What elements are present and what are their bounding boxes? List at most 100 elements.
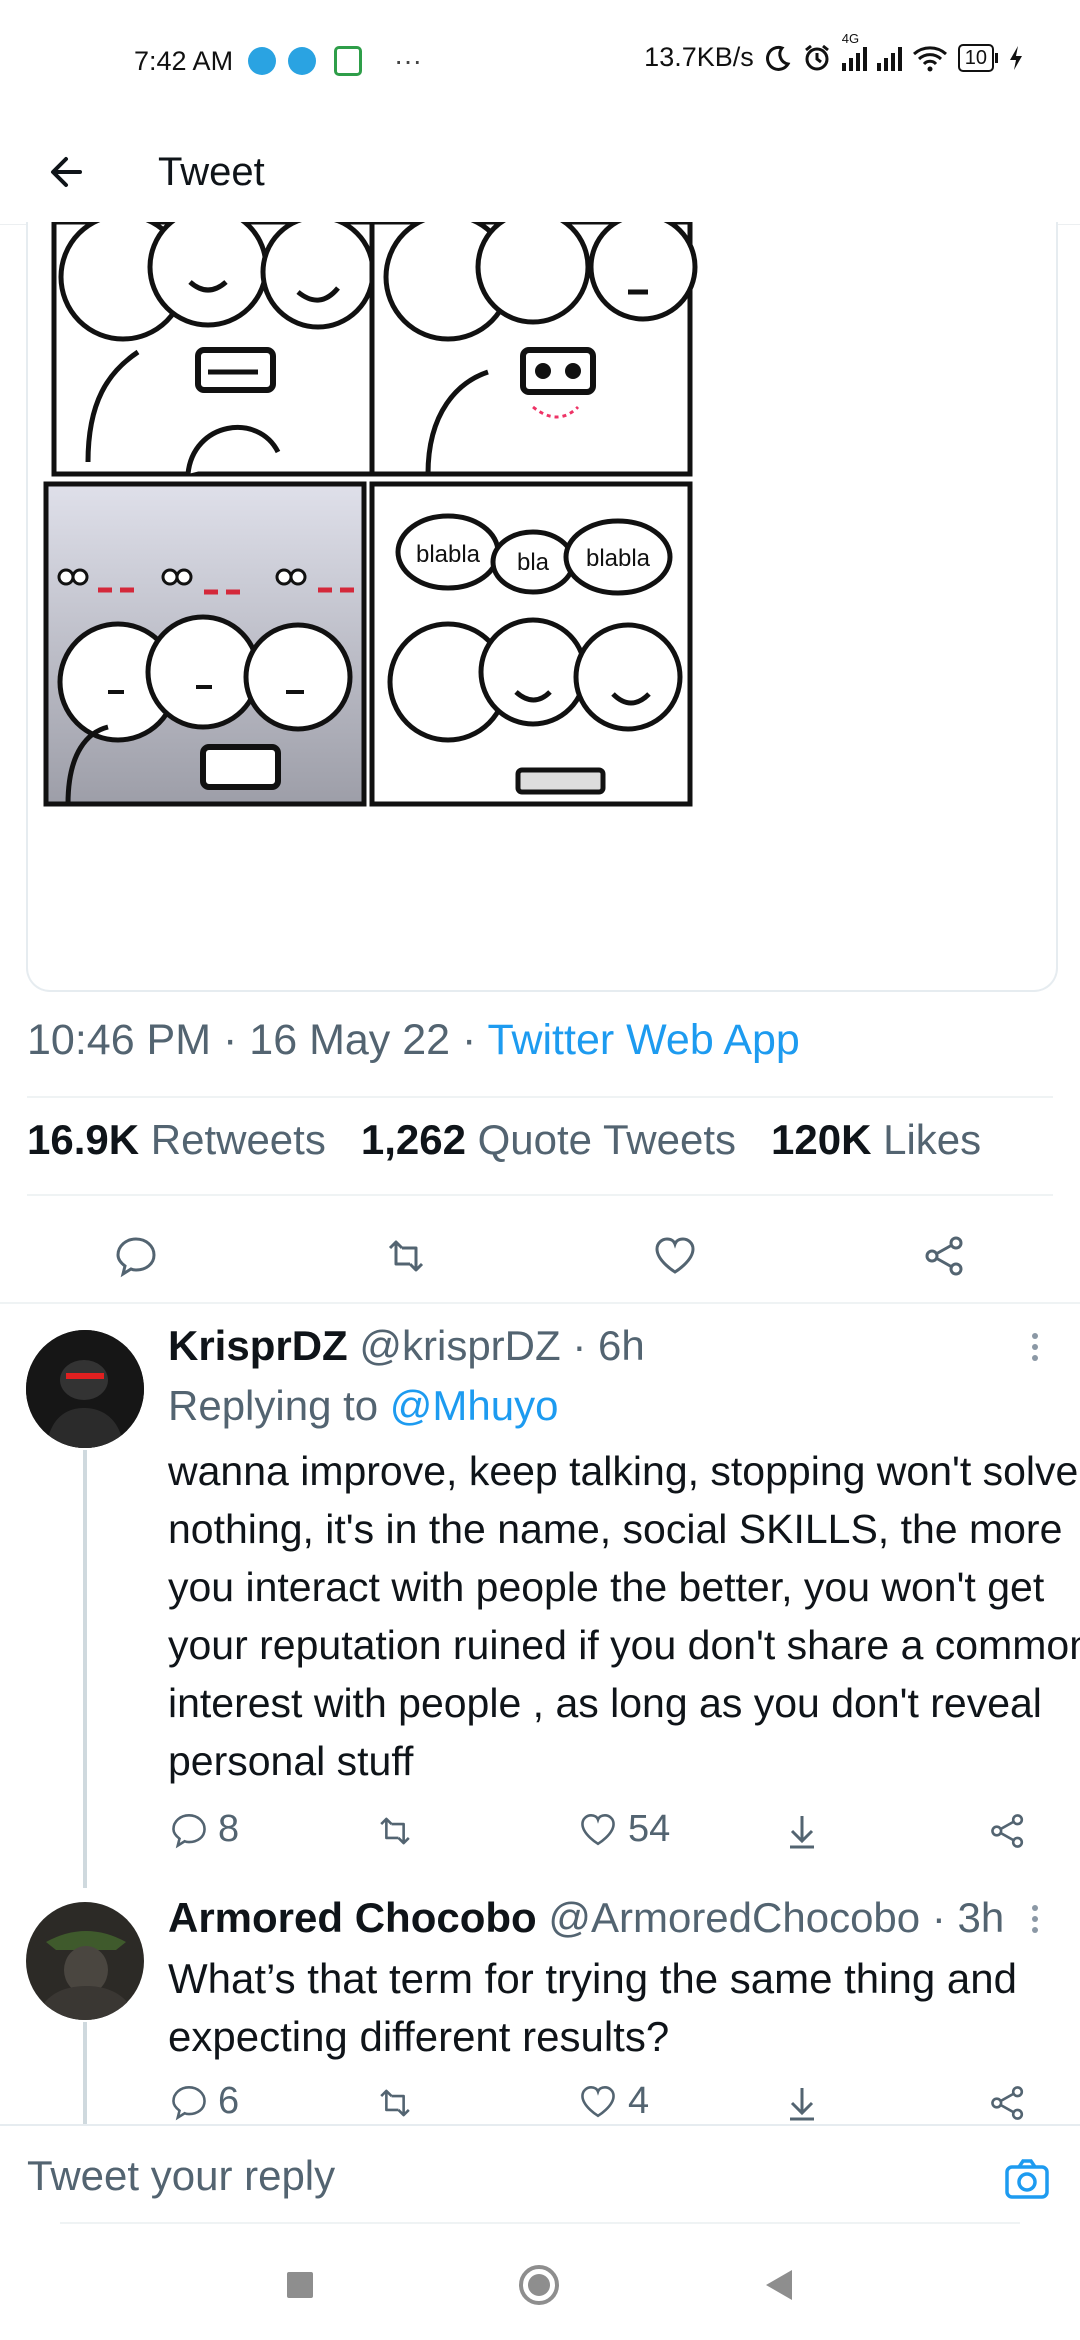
reply-icon [172,1813,206,1848]
comic-panel [43,481,367,807]
tweet-stats: 16.9K Retweets 1,262 Quote Tweets 120K L… [27,1116,981,1164]
retweets-count: 16.9K [27,1116,140,1163]
reply-composer-bar: Tweet your reply [0,2124,1080,2226]
wifi-icon [912,45,947,71]
system-navigation-bar [0,2224,1080,2340]
avatar[interactable] [26,1902,144,2020]
reply-tweet[interactable]: Armored Chocobo @ArmoredChocobo · 3h Wha… [0,1888,1080,2124]
download-icon[interactable] [784,2084,820,2122]
thread-line [83,2022,87,2124]
network-speed: 13.7KB/s [644,42,754,72]
app-icon [334,46,362,76]
reply-count-button[interactable]: 6 [170,2080,239,2123]
retweet-icon[interactable] [374,2084,416,2122]
divider [27,1194,1053,1196]
reply-count: 6 [218,2080,240,2122]
system-icons: 13.7KB/s 4G 10 [644,31,1024,73]
likes-count: 120K [771,1116,872,1163]
quote-tweets-stat[interactable]: 1,262 Quote Tweets [361,1116,736,1163]
comic-panel [51,222,376,477]
like-count-button[interactable]: 54 [578,1808,670,1851]
tweet-media-image[interactable]: blabla bla blabla [26,222,1058,992]
battery-level: 10 [957,43,994,72]
reply-input[interactable]: Tweet your reply [27,2152,335,2200]
more-vertical-icon[interactable] [1030,1904,1040,1934]
retweet-icon[interactable] [374,1812,416,1850]
reply-tweet[interactable]: KrisprDZ @krisprDZ · 6h Replying to @Mhu… [0,1300,1080,1888]
signal-icon [876,45,902,71]
arrow-left-icon [51,157,82,187]
avatar-image [26,1902,144,2020]
tweet-action-bar [0,1222,1080,1286]
replying-prefix: Replying to [168,1382,379,1429]
telegram-icon [288,47,316,75]
reply-text: wanna improve, keep talking, stopping wo… [168,1448,1080,1784]
recent-apps-button[interactable] [287,2272,313,2298]
telegram-icon [248,47,276,75]
moon-icon [765,45,791,71]
retweets-stat[interactable]: 16.9K Retweets [27,1116,326,1163]
battery-icon: 10 [957,43,998,72]
display-name[interactable]: KrisprDZ [168,1322,348,1369]
reply-action-bar: 6 4 [168,2080,1038,2124]
comic-illustration: blabla bla blabla [43,222,698,807]
reply-action-bar: 8 54 [168,1808,1038,1858]
more-notifications-icon: ··· [394,45,422,76]
notification-icons: ··· [248,45,422,77]
meta-separator: · [223,1016,238,1064]
retweet-icon[interactable] [382,1234,430,1278]
retweets-label: Retweets [150,1116,326,1163]
network-type-label: 4G [841,30,860,46]
tweet-source-link[interactable]: Twitter Web App [488,1016,800,1064]
status-bar: 7:42 AM ··· 13.7KB/s 4G 10 [0,0,1080,120]
share-icon[interactable] [922,1234,968,1278]
replying-to-link[interactable]: @Mhuyo [390,1382,559,1429]
like-count-button[interactable]: 4 [578,2080,649,2123]
like-count: 4 [628,2080,650,2122]
charging-icon [1010,45,1022,70]
download-icon[interactable] [784,1812,820,1850]
like-icon [581,1813,615,1845]
reply-author: Armored Chocobo @ArmoredChocobo · 3h [168,1894,1004,1942]
meta-separator: · [462,1016,477,1064]
back-nav-button[interactable] [764,2268,794,2302]
tweet-time: 10:46 PM [27,1016,212,1064]
reply-icon[interactable] [114,1234,158,1278]
handle-and-time: @krisprDZ · 6h [359,1322,645,1369]
comic-bubble-text: blabla [416,541,481,568]
like-icon[interactable] [652,1234,698,1278]
avatar-image [26,1330,144,1448]
page-title: Tweet [158,150,265,194]
avatar[interactable] [26,1330,144,1448]
like-count: 54 [628,1808,671,1850]
quotes-count: 1,262 [360,1116,466,1163]
replying-to: Replying to @Mhuyo [168,1382,559,1430]
comic-bubble-text: blabla [586,545,651,572]
top-app-bar: Tweet [0,120,1080,225]
reply-count-button[interactable]: 8 [170,1808,239,1851]
likes-stat[interactable]: 120K Likes [771,1116,981,1163]
comic-panel [369,222,698,477]
handle-and-time: @ArmoredChocobo · 3h [548,1894,1005,1941]
camera-icon[interactable] [1004,2158,1050,2200]
comic-bubble-text: bla [517,549,550,576]
comic-panel: blabla bla blabla [369,481,693,807]
back-button[interactable] [36,142,96,202]
more-vertical-icon[interactable] [1030,1332,1040,1362]
reply-author: KrisprDZ @krisprDZ · 6h [168,1322,645,1370]
home-button[interactable] [518,2264,560,2306]
alarm-icon [804,44,829,70]
reply-icon [172,2085,206,2120]
thread-line [83,1450,87,1888]
quotes-label: Quote Tweets [477,1116,737,1163]
share-icon[interactable] [988,1812,1028,1850]
reply-text: What’s that term for trying the same thi… [168,1955,1017,2060]
divider [27,1096,1053,1098]
display-name[interactable]: Armored Chocobo [168,1894,537,1941]
share-icon[interactable] [988,2084,1028,2122]
like-icon [581,2085,615,2117]
status-time: 7:42 AM [134,46,234,76]
reply-count: 8 [218,1808,240,1850]
tweet-date: 16 May 22 [249,1016,451,1064]
likes-label: Likes [883,1116,982,1163]
